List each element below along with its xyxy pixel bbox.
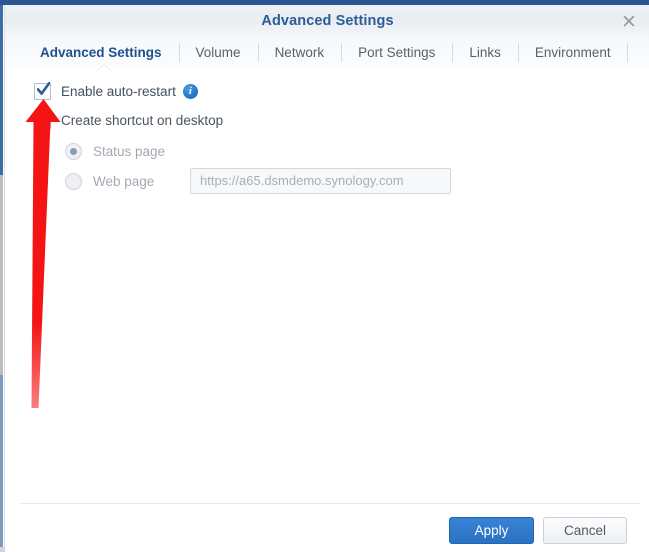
dialog-title: Advanced Settings [261, 13, 394, 29]
tab-advanced-settings[interactable]: Advanced Settings [23, 38, 179, 67]
dialog-body: Advanced Settings ✕ Advanced Settings Vo… [4, 5, 649, 552]
close-icon[interactable]: ✕ [618, 12, 640, 34]
footer-divider [21, 503, 641, 504]
web-page-row: Web page [65, 173, 154, 190]
dialog-titlebar: Advanced Settings ✕ [5, 5, 649, 38]
create-shortcut-row: Create shortcut on desktop [34, 112, 223, 129]
status-page-radio[interactable] [65, 143, 82, 160]
tab-links[interactable]: Links [452, 38, 518, 67]
web-page-label: Web page [93, 174, 155, 189]
tab-label: Port Settings [358, 45, 436, 60]
desktop-left-edge-middle [0, 175, 3, 375]
cancel-button[interactable]: Cancel [543, 517, 627, 544]
desktop-left-edge-upper [0, 5, 3, 175]
status-page-row: Status page [65, 143, 165, 160]
settings-content: Enable auto-restart i Create shortcut on… [5, 67, 649, 503]
apply-button[interactable]: Apply [449, 517, 534, 544]
tab-label: Advanced Settings [40, 45, 162, 60]
web-page-radio[interactable] [65, 173, 82, 190]
status-page-label: Status page [93, 144, 166, 159]
tab-label: Volume [195, 45, 241, 60]
create-shortcut-checkbox[interactable] [34, 112, 51, 129]
create-shortcut-label: Create shortcut on desktop [61, 113, 224, 128]
dialog-footer: Apply Cancel [5, 503, 649, 552]
tab-label: Links [469, 45, 501, 60]
tab-network[interactable]: Network [257, 38, 342, 67]
enable-auto-restart-checkbox[interactable] [34, 82, 51, 100]
tab-environment[interactable]: Environment [517, 38, 628, 67]
enable-auto-restart-row: Enable auto-restart i [34, 82, 198, 100]
tab-label: Environment [534, 45, 611, 60]
enable-auto-restart-label: Enable auto-restart [61, 84, 176, 99]
info-icon[interactable]: i [182, 84, 198, 99]
desktop-left-edge-lower [0, 375, 3, 547]
tab-volume[interactable]: Volume [178, 38, 258, 67]
tab-list: Advanced Settings Volume Network Port Se… [23, 38, 628, 67]
web-page-url-input[interactable]: https://a65.dsmdemo.synology.com [190, 168, 451, 194]
tab-port-settings[interactable]: Port Settings [341, 38, 452, 67]
check-icon [37, 82, 50, 95]
advanced-settings-dialog: Advanced Settings ✕ Advanced Settings Vo… [0, 0, 649, 552]
active-tab-caret [97, 65, 111, 71]
tab-label: Network [274, 45, 325, 60]
